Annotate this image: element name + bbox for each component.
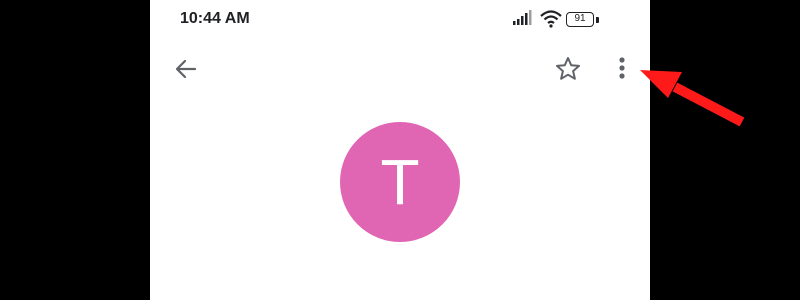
star-button[interactable] [552, 53, 584, 85]
star-icon [556, 57, 580, 80]
status-bar: 10:44 AM 91 [150, 0, 650, 40]
avatar-letter: T [380, 146, 420, 218]
battery-cap [596, 17, 599, 23]
status-time: 10:44 AM [180, 10, 250, 27]
back-button[interactable] [170, 53, 202, 85]
signal-icon [513, 10, 532, 25]
battery-icon: 91 [566, 12, 594, 27]
phone-screen: 10:44 AM 91 T [150, 0, 650, 300]
annotation-arrow-icon [640, 70, 745, 127]
toolbar [150, 45, 650, 95]
battery-level: 91 [574, 13, 586, 24]
wifi-icon [540, 10, 562, 28]
back-arrow-icon [175, 59, 197, 79]
contact-avatar: T [340, 122, 460, 242]
